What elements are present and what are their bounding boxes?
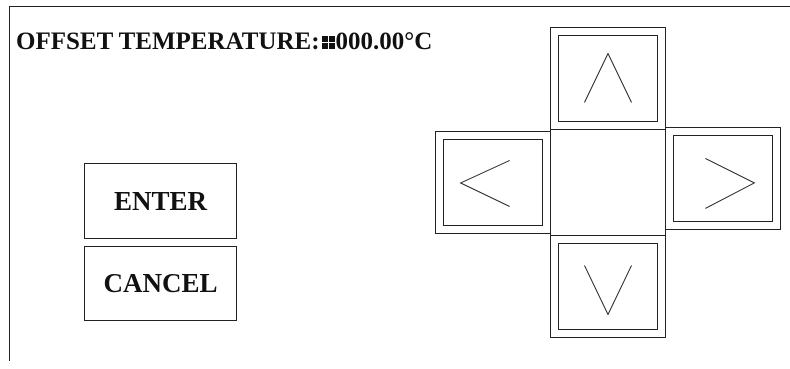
up-arrow-button[interactable] (550, 27, 666, 130)
hmi-screen: OFFSET TEMPERATURE: 000.00°C ENTER CANCE… (0, 0, 790, 369)
right-arrow-button[interactable] (665, 127, 781, 230)
chevron-up-icon (584, 52, 632, 103)
chevron-right-icon (705, 157, 756, 209)
frame-left-border (9, 6, 10, 361)
offset-temperature-label: OFFSET TEMPERATURE: (16, 28, 320, 55)
offset-temperature-value[interactable]: 000.00°C (336, 28, 433, 56)
cancel-button[interactable]: CANCEL (84, 246, 237, 321)
enter-button[interactable]: ENTER (84, 163, 237, 239)
cursor-marker-icon (321, 35, 335, 49)
dpad-center (550, 130, 666, 235)
down-arrow-button[interactable] (550, 235, 666, 338)
frame-top-border (9, 6, 790, 7)
offset-temperature-row: OFFSET TEMPERATURE: 000.00°C (16, 28, 432, 56)
left-arrow-button[interactable] (435, 131, 551, 234)
chevron-left-icon (459, 159, 510, 207)
chevron-down-icon (584, 265, 632, 316)
